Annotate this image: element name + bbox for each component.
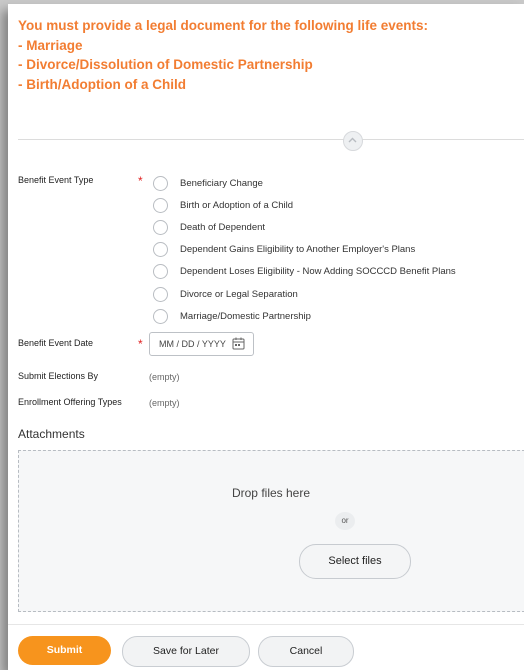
required-mark: *	[138, 174, 143, 188]
enrollment-offering-types-label: Enrollment Offering Types	[18, 397, 122, 407]
cancel-button[interactable]: Cancel	[258, 636, 354, 667]
radio-button[interactable]	[153, 286, 168, 302]
radio-option-label: Marriage/Domestic Partnership	[180, 310, 311, 322]
radio-option-dependent-gains-eligibility[interactable]: Dependent Gains Eligibility to Another E…	[153, 239, 456, 261]
enrollment-offering-types-value: (empty)	[149, 398, 180, 408]
radio-option-death-of-dependent[interactable]: Death of Dependent	[153, 216, 456, 238]
select-files-button[interactable]: Select files	[299, 544, 411, 579]
radio-button[interactable]	[153, 175, 168, 191]
radio-option-label: Death of Dependent	[180, 221, 266, 233]
radio-button[interactable]	[153, 308, 168, 324]
radio-option-label: Beneficiary Change	[180, 177, 263, 189]
benefit-event-date-field[interactable]: MM / DD / YYYY	[149, 332, 254, 356]
submit-elections-by-label: Submit Elections By	[18, 371, 99, 381]
section-divider	[18, 139, 524, 140]
drop-files-text: Drop files here	[231, 486, 311, 500]
file-drop-zone[interactable]: Drop files here	[18, 450, 524, 612]
submit-button[interactable]: Submit	[18, 636, 111, 665]
radio-button[interactable]	[153, 264, 168, 280]
chevron-up-icon	[348, 137, 357, 143]
submit-elections-by-value: (empty)	[149, 372, 180, 382]
calendar-icon[interactable]	[232, 337, 245, 350]
radio-option-marriage[interactable]: Marriage/Domestic Partnership	[153, 305, 456, 327]
radio-option-beneficiary-change[interactable]: Beneficiary Change	[153, 172, 456, 194]
attachments-title: Attachments	[18, 427, 85, 441]
date-placeholder: MM / DD / YYYY	[159, 339, 226, 349]
notice-item: - Divorce/Dissolution of Domestic Partne…	[18, 57, 313, 72]
benefit-event-date-label: Benefit Event Date	[18, 338, 94, 348]
radio-option-label: Divorce or Legal Separation	[180, 288, 298, 300]
notice-heading: You must provide a legal document for th…	[18, 18, 429, 33]
benefit-event-type-radio-group: Beneficiary Change Birth or Adoption of …	[153, 172, 456, 327]
save-for-later-button[interactable]: Save for Later	[122, 636, 250, 667]
radio-option-label: Dependent Loses Eligibility - Now Adding…	[180, 266, 456, 278]
benefit-event-form: You must provide a legal document for th…	[8, 4, 524, 670]
collapse-section-button[interactable]	[343, 131, 363, 151]
radio-option-birth-adoption[interactable]: Birth or Adoption of a Child	[153, 194, 456, 216]
notice-item: - Marriage	[18, 37, 83, 53]
benefit-event-type-label: Benefit Event Type	[18, 175, 94, 185]
radio-button[interactable]	[153, 242, 168, 258]
radio-option-label: Dependent Gains Eligibility to Another E…	[180, 244, 416, 256]
required-mark: *	[138, 337, 143, 351]
radio-button[interactable]	[153, 197, 168, 213]
notice-item: - Birth/Adoption of a Child	[18, 76, 186, 92]
legal-document-notice: You must provide a legal document for th…	[18, 16, 428, 94]
radio-option-label: Birth or Adoption of a Child	[180, 199, 294, 211]
or-badge: or	[335, 512, 355, 530]
radio-option-divorce[interactable]: Divorce or Legal Separation	[153, 283, 456, 305]
radio-button[interactable]	[153, 219, 168, 235]
radio-option-dependent-loses-eligibility[interactable]: Dependent Loses Eligibility - Now Adding…	[153, 261, 456, 283]
